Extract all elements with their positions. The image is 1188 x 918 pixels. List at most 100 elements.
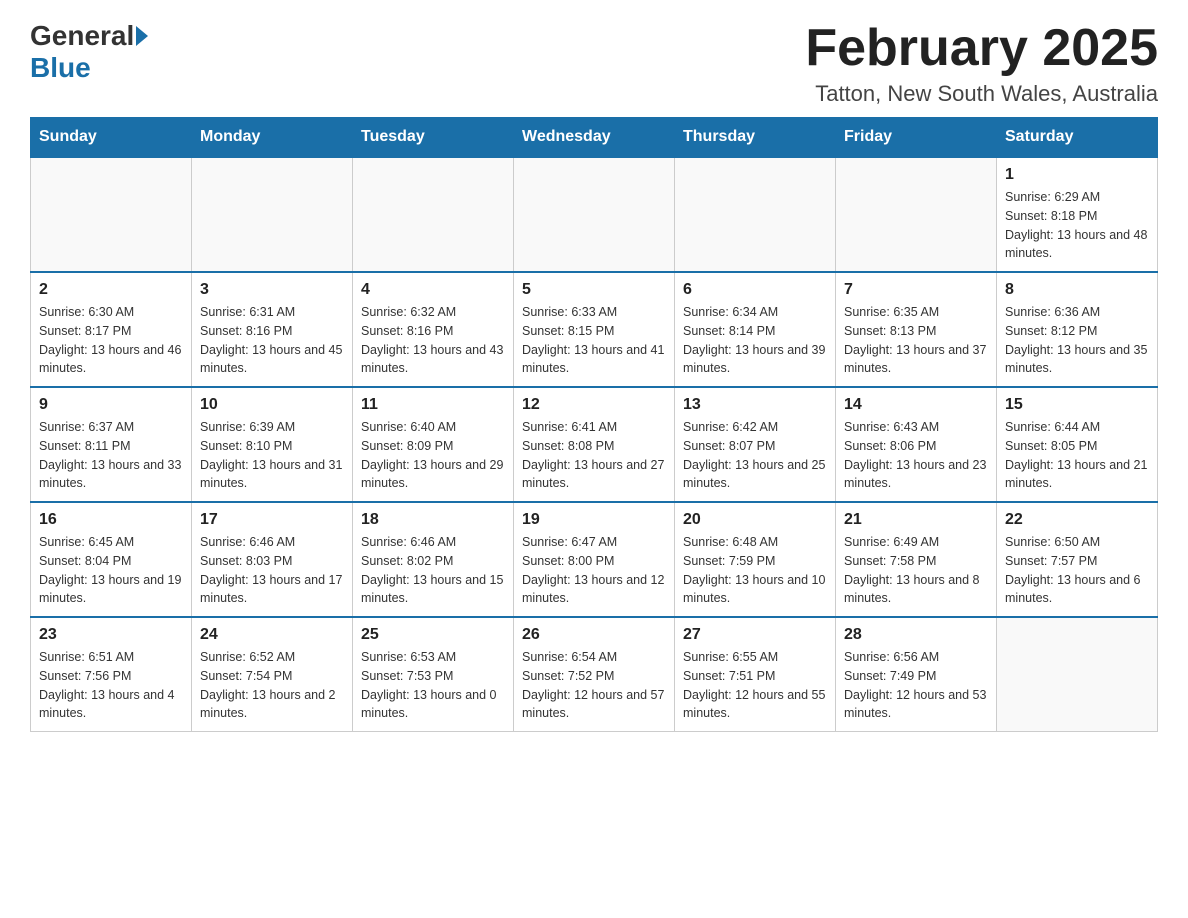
calendar-cell: 12 Sunrise: 6:41 AM Sunset: 8:08 PM Dayli… xyxy=(514,387,675,502)
calendar-cell: 17 Sunrise: 6:46 AM Sunset: 8:03 PM Dayli… xyxy=(192,502,353,617)
logo-blue-text: Blue xyxy=(30,52,91,84)
day-info: Sunrise: 6:39 AM Sunset: 8:10 PM Dayligh… xyxy=(200,418,344,493)
calendar-cell: 1 Sunrise: 6:29 AM Sunset: 8:18 PM Daylig… xyxy=(997,157,1158,272)
calendar-cell: 11 Sunrise: 6:40 AM Sunset: 8:09 PM Dayli… xyxy=(353,387,514,502)
day-info: Sunrise: 6:42 AM Sunset: 8:07 PM Dayligh… xyxy=(683,418,827,493)
day-info: Sunrise: 6:46 AM Sunset: 8:02 PM Dayligh… xyxy=(361,533,505,608)
day-number: 2 xyxy=(39,281,183,299)
day-number: 8 xyxy=(1005,281,1149,299)
day-info: Sunrise: 6:41 AM Sunset: 8:08 PM Dayligh… xyxy=(522,418,666,493)
day-info: Sunrise: 6:50 AM Sunset: 7:57 PM Dayligh… xyxy=(1005,533,1149,608)
calendar-cell: 10 Sunrise: 6:39 AM Sunset: 8:10 PM Dayli… xyxy=(192,387,353,502)
calendar-cell: 23 Sunrise: 6:51 AM Sunset: 7:56 PM Dayli… xyxy=(31,617,192,732)
calendar-cell: 6 Sunrise: 6:34 AM Sunset: 8:14 PM Daylig… xyxy=(675,272,836,387)
day-info: Sunrise: 6:44 AM Sunset: 8:05 PM Dayligh… xyxy=(1005,418,1149,493)
logo: General Blue xyxy=(30,20,150,84)
calendar-cell: 27 Sunrise: 6:55 AM Sunset: 7:51 PM Dayli… xyxy=(675,617,836,732)
day-number: 27 xyxy=(683,626,827,644)
calendar-cell xyxy=(31,157,192,272)
day-info: Sunrise: 6:29 AM Sunset: 8:18 PM Dayligh… xyxy=(1005,188,1149,263)
calendar-cell: 26 Sunrise: 6:54 AM Sunset: 7:52 PM Dayli… xyxy=(514,617,675,732)
column-header-thursday: Thursday xyxy=(675,118,836,158)
calendar-cell xyxy=(353,157,514,272)
day-info: Sunrise: 6:34 AM Sunset: 8:14 PM Dayligh… xyxy=(683,303,827,378)
day-number: 13 xyxy=(683,396,827,414)
calendar-week-row: 2 Sunrise: 6:30 AM Sunset: 8:17 PM Daylig… xyxy=(31,272,1158,387)
calendar-cell: 22 Sunrise: 6:50 AM Sunset: 7:57 PM Dayli… xyxy=(997,502,1158,617)
day-number: 26 xyxy=(522,626,666,644)
day-info: Sunrise: 6:31 AM Sunset: 8:16 PM Dayligh… xyxy=(200,303,344,378)
day-info: Sunrise: 6:46 AM Sunset: 8:03 PM Dayligh… xyxy=(200,533,344,608)
calendar-cell: 16 Sunrise: 6:45 AM Sunset: 8:04 PM Dayli… xyxy=(31,502,192,617)
title-block: February 2025 Tatton, New South Wales, A… xyxy=(805,20,1158,107)
calendar-cell xyxy=(675,157,836,272)
logo-arrow-icon xyxy=(136,26,148,46)
day-info: Sunrise: 6:53 AM Sunset: 7:53 PM Dayligh… xyxy=(361,648,505,723)
day-info: Sunrise: 6:40 AM Sunset: 8:09 PM Dayligh… xyxy=(361,418,505,493)
day-info: Sunrise: 6:32 AM Sunset: 8:16 PM Dayligh… xyxy=(361,303,505,378)
day-number: 20 xyxy=(683,511,827,529)
day-number: 21 xyxy=(844,511,988,529)
day-number: 9 xyxy=(39,396,183,414)
day-number: 17 xyxy=(200,511,344,529)
day-info: Sunrise: 6:51 AM Sunset: 7:56 PM Dayligh… xyxy=(39,648,183,723)
day-number: 6 xyxy=(683,281,827,299)
calendar-cell: 19 Sunrise: 6:47 AM Sunset: 8:00 PM Dayli… xyxy=(514,502,675,617)
day-info: Sunrise: 6:49 AM Sunset: 7:58 PM Dayligh… xyxy=(844,533,988,608)
day-info: Sunrise: 6:37 AM Sunset: 8:11 PM Dayligh… xyxy=(39,418,183,493)
page-header: General Blue February 2025 Tatton, New S… xyxy=(30,20,1158,107)
day-info: Sunrise: 6:56 AM Sunset: 7:49 PM Dayligh… xyxy=(844,648,988,723)
calendar-cell: 3 Sunrise: 6:31 AM Sunset: 8:16 PM Daylig… xyxy=(192,272,353,387)
calendar-cell xyxy=(514,157,675,272)
calendar-cell: 15Sunrise: 6:44 AM Sunset: 8:05 PM Dayli… xyxy=(997,387,1158,502)
calendar-cell: 2 Sunrise: 6:30 AM Sunset: 8:17 PM Daylig… xyxy=(31,272,192,387)
day-info: Sunrise: 6:48 AM Sunset: 7:59 PM Dayligh… xyxy=(683,533,827,608)
column-header-saturday: Saturday xyxy=(997,118,1158,158)
column-header-wednesday: Wednesday xyxy=(514,118,675,158)
location-subtitle: Tatton, New South Wales, Australia xyxy=(805,81,1158,107)
calendar-table: SundayMondayTuesdayWednesdayThursdayFrid… xyxy=(30,117,1158,732)
day-info: Sunrise: 6:36 AM Sunset: 8:12 PM Dayligh… xyxy=(1005,303,1149,378)
day-number: 24 xyxy=(200,626,344,644)
day-info: Sunrise: 6:47 AM Sunset: 8:00 PM Dayligh… xyxy=(522,533,666,608)
calendar-cell: 14 Sunrise: 6:43 AM Sunset: 8:06 PM Dayli… xyxy=(836,387,997,502)
day-info: Sunrise: 6:30 AM Sunset: 8:17 PM Dayligh… xyxy=(39,303,183,378)
day-number: 18 xyxy=(361,511,505,529)
column-header-tuesday: Tuesday xyxy=(353,118,514,158)
calendar-cell: 20 Sunrise: 6:48 AM Sunset: 7:59 PM Dayli… xyxy=(675,502,836,617)
day-number: 14 xyxy=(844,396,988,414)
day-number: 12 xyxy=(522,396,666,414)
column-header-friday: Friday xyxy=(836,118,997,158)
day-number: 23 xyxy=(39,626,183,644)
calendar-week-row: 9 Sunrise: 6:37 AM Sunset: 8:11 PM Daylig… xyxy=(31,387,1158,502)
day-number: 10 xyxy=(200,396,344,414)
day-info: Sunrise: 6:35 AM Sunset: 8:13 PM Dayligh… xyxy=(844,303,988,378)
calendar-cell: 9 Sunrise: 6:37 AM Sunset: 8:11 PM Daylig… xyxy=(31,387,192,502)
calendar-cell: 5 Sunrise: 6:33 AM Sunset: 8:15 PM Daylig… xyxy=(514,272,675,387)
logo-general-text: General xyxy=(30,20,134,52)
day-info: Sunrise: 6:33 AM Sunset: 8:15 PM Dayligh… xyxy=(522,303,666,378)
day-number: 16 xyxy=(39,511,183,529)
day-number: 5 xyxy=(522,281,666,299)
day-number: 28 xyxy=(844,626,988,644)
day-info: Sunrise: 6:54 AM Sunset: 7:52 PM Dayligh… xyxy=(522,648,666,723)
day-number: 1 xyxy=(1005,166,1149,184)
calendar-cell: 4Sunrise: 6:32 AM Sunset: 8:16 PM Daylig… xyxy=(353,272,514,387)
calendar-week-row: 16 Sunrise: 6:45 AM Sunset: 8:04 PM Dayli… xyxy=(31,502,1158,617)
column-header-monday: Monday xyxy=(192,118,353,158)
day-number: 11 xyxy=(361,396,505,414)
day-number: 22 xyxy=(1005,511,1149,529)
day-number: 7 xyxy=(844,281,988,299)
day-number: 19 xyxy=(522,511,666,529)
column-header-sunday: Sunday xyxy=(31,118,192,158)
calendar-cell: 21 Sunrise: 6:49 AM Sunset: 7:58 PM Dayli… xyxy=(836,502,997,617)
calendar-cell: 24Sunrise: 6:52 AM Sunset: 7:54 PM Dayli… xyxy=(192,617,353,732)
day-info: Sunrise: 6:43 AM Sunset: 8:06 PM Dayligh… xyxy=(844,418,988,493)
calendar-cell: 13 Sunrise: 6:42 AM Sunset: 8:07 PM Dayli… xyxy=(675,387,836,502)
calendar-cell: 7 Sunrise: 6:35 AM Sunset: 8:13 PM Daylig… xyxy=(836,272,997,387)
day-number: 3 xyxy=(200,281,344,299)
calendar-cell: 18 Sunrise: 6:46 AM Sunset: 8:02 PM Dayli… xyxy=(353,502,514,617)
calendar-header-row: SundayMondayTuesdayWednesdayThursdayFrid… xyxy=(31,118,1158,158)
day-info: Sunrise: 6:55 AM Sunset: 7:51 PM Dayligh… xyxy=(683,648,827,723)
day-info: Sunrise: 6:45 AM Sunset: 8:04 PM Dayligh… xyxy=(39,533,183,608)
